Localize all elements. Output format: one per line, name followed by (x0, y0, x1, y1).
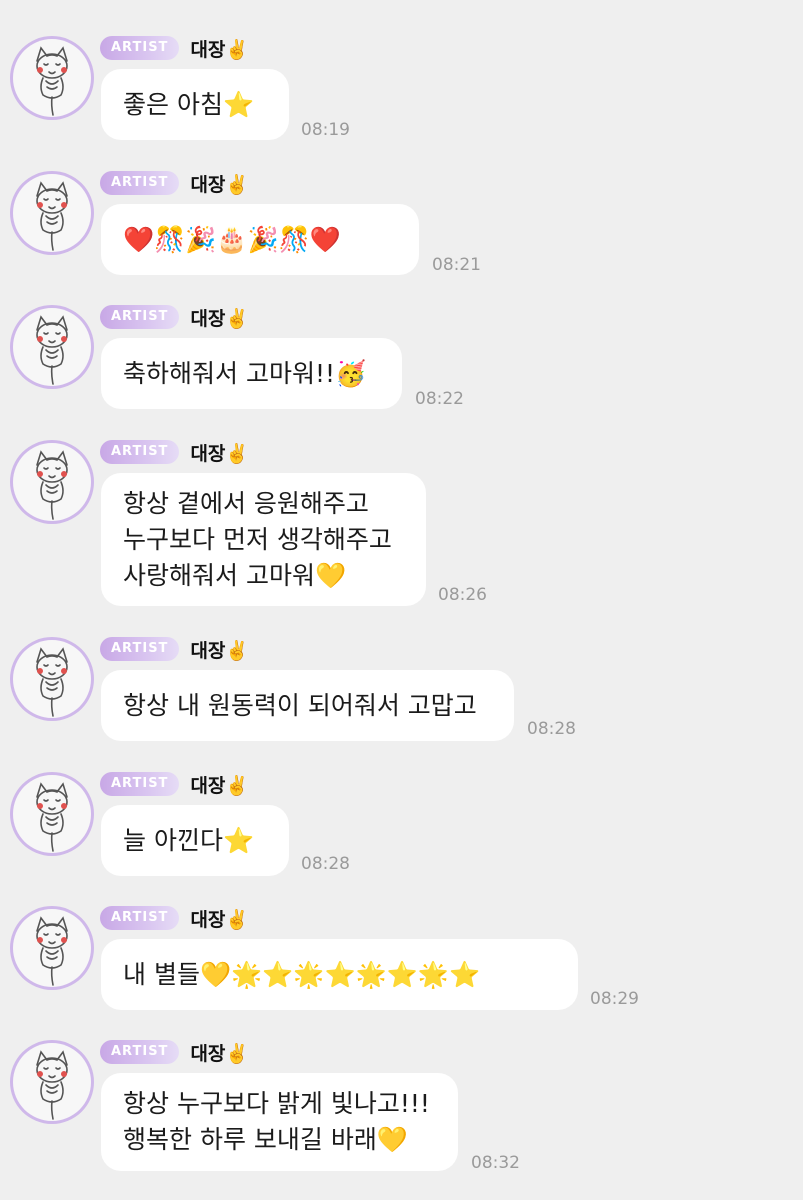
cat-doodle-avatar-icon (36, 46, 68, 116)
sender-name: 대장✌️ (190, 774, 250, 797)
sender-name: 대장✌️ (190, 307, 250, 330)
message-text: 사랑해줘서 고마워💛 (123, 560, 347, 590)
message-bubble[interactable]: 축하해줘서 고마워!!🥳 (101, 338, 402, 409)
cat-doodle-avatar-icon (36, 916, 68, 986)
artist-avatar[interactable] (10, 1040, 94, 1124)
sender-name: 대장✌️ (190, 1042, 250, 1065)
message-bubble[interactable]: ❤️🎊🎉🎂🎉🎊❤️ (101, 204, 419, 275)
message-text: 행복한 하루 보내길 바래💛 (123, 1125, 408, 1154)
artist-badge: ARTIST (100, 772, 180, 796)
chat-view: ARTIST 대장✌️ 좋은 아침⭐️ 08:19 ARTIST 대장✌️ ❤️… (0, 0, 803, 1200)
artist-avatar[interactable] (10, 305, 94, 389)
sender-name: 대장✌️ (190, 173, 250, 196)
artist-badge: ARTIST (100, 36, 180, 60)
artist-badge: ARTIST (100, 440, 180, 464)
artist-avatar[interactable] (10, 36, 94, 120)
message-text: 축하해줘서 고마워!!🥳 (123, 358, 367, 388)
message-bubble[interactable]: 항상 곁에서 응원해주고 누구보다 먼저 생각해주고 사랑해줘서 고마워💛 (101, 473, 426, 606)
sender-name: 대장✌️ (190, 38, 250, 61)
message-text: 항상 내 원동력이 되어줘서 고맙고 (123, 690, 477, 720)
message-text: 내 별들💛🌟⭐️🌟⭐️🌟⭐️🌟⭐️ (123, 959, 481, 989)
message-text: 좋은 아침⭐️ (123, 89, 255, 119)
cat-doodle-avatar-icon (36, 782, 68, 852)
cat-doodle-avatar-icon (36, 647, 68, 717)
message-text: 항상 곁에서 응원해주고 (123, 488, 369, 518)
message-time: 08:28 (301, 854, 350, 874)
sender-name: 대장✌️ (190, 442, 250, 465)
artist-avatar[interactable] (10, 906, 94, 990)
artist-avatar[interactable] (10, 440, 94, 524)
message-text: 늘 아낀다⭐️ (123, 825, 255, 855)
message-text: 누구보다 먼저 생각해주고 (123, 524, 392, 554)
message-time: 08:19 (301, 120, 350, 140)
message-text: 항상 누구보다 밝게 빛나고!!! (123, 1089, 430, 1118)
artist-avatar[interactable] (10, 637, 94, 721)
artist-avatar[interactable] (10, 171, 94, 255)
cat-doodle-avatar-icon (36, 1050, 68, 1120)
message-time: 08:26 (438, 585, 487, 605)
artist-avatar[interactable] (10, 772, 94, 856)
message-time: 08:28 (527, 719, 576, 739)
message-time: 08:29 (590, 989, 639, 1009)
message-time: 08:22 (415, 389, 464, 409)
artist-badge: ARTIST (100, 305, 180, 329)
message-time: 08:32 (471, 1153, 520, 1173)
sender-name: 대장✌️ (190, 908, 250, 931)
artist-badge: ARTIST (100, 906, 180, 930)
message-bubble[interactable]: 내 별들💛🌟⭐️🌟⭐️🌟⭐️🌟⭐️ (101, 939, 578, 1010)
message-bubble[interactable]: 늘 아낀다⭐️ (101, 805, 289, 876)
message-time: 08:21 (432, 255, 481, 275)
message-bubble[interactable]: 좋은 아침⭐️ (101, 69, 289, 140)
message-bubble[interactable]: 항상 누구보다 밝게 빛나고!!! 행복한 하루 보내길 바래💛 (101, 1073, 458, 1171)
artist-badge: ARTIST (100, 1040, 180, 1064)
message-bubble[interactable]: 항상 내 원동력이 되어줘서 고맙고 (101, 670, 514, 741)
artist-badge: ARTIST (100, 637, 180, 661)
artist-badge: ARTIST (100, 171, 180, 195)
message-text: ❤️🎊🎉🎂🎉🎊❤️ (123, 224, 341, 254)
sender-name: 대장✌️ (190, 639, 250, 662)
cat-doodle-avatar-icon (36, 315, 68, 385)
cat-doodle-avatar-icon (36, 450, 68, 520)
cat-doodle-avatar-icon (36, 181, 68, 251)
